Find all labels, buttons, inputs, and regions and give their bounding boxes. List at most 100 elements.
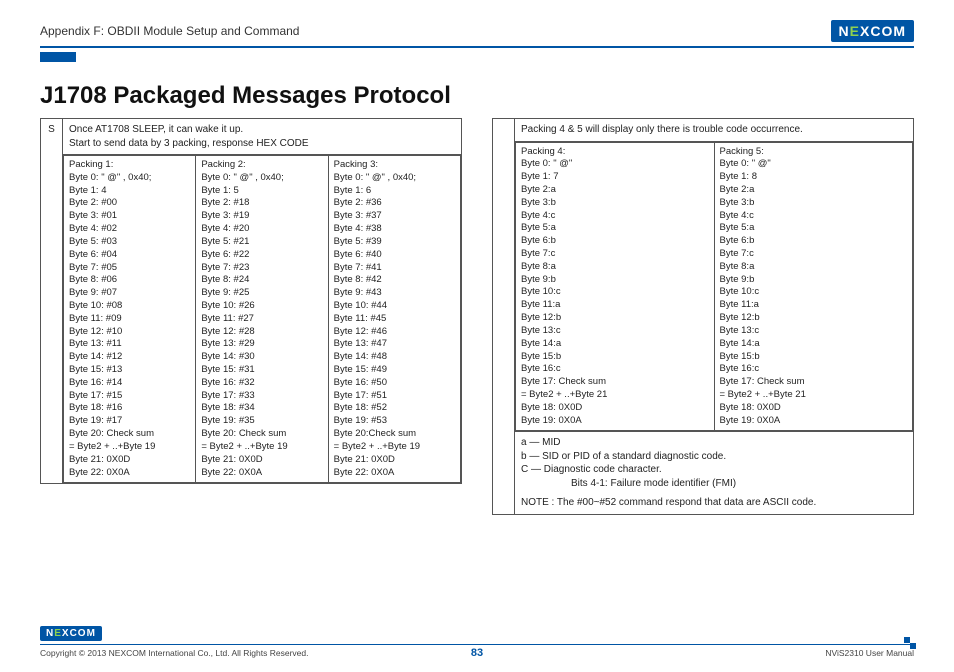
byte-line: Byte 11: #27 — [201, 313, 322, 326]
page-footer: NEXCOM Copyright © 2013 NEXCOM Internati… — [40, 626, 914, 658]
byte-line: Byte 0: " @" — [521, 158, 709, 171]
byte-line: Byte 17: #15 — [69, 390, 190, 403]
byte-line: Byte 13: #11 — [69, 338, 190, 351]
packing-header: Packing 2: — [201, 159, 322, 172]
byte-line: Byte 13: #29 — [201, 338, 322, 351]
byte-line: Byte 12:b — [521, 312, 709, 325]
logo-text: XCOM — [860, 23, 906, 39]
byte-line: Byte 18: 0X0D — [521, 402, 709, 415]
legend-line: C — Diagnostic code character. — [521, 463, 907, 477]
byte-line: Byte 22: 0X0A — [334, 467, 455, 480]
byte-line: Byte 11:a — [720, 299, 908, 312]
packing-4: Packing 4: Byte 0: " @"Byte 1: 7Byte 2:a… — [515, 142, 715, 432]
byte-line: Byte 0: " @" , 0x40; — [201, 172, 322, 185]
byte-line: Byte 19: 0X0A — [521, 415, 709, 428]
byte-line: Byte 20:Check sum — [334, 428, 455, 441]
byte-line: Byte 6: #40 — [334, 249, 455, 262]
byte-line: Byte 10:c — [521, 286, 709, 299]
legend-line: b — SID or PID of a standard diagnostic … — [521, 450, 907, 464]
footer-logo: NEXCOM — [40, 626, 102, 641]
byte-line: Byte 4: #20 — [201, 223, 322, 236]
byte-line: Byte 10:c — [720, 286, 908, 299]
byte-line: Byte 1: 8 — [720, 171, 908, 184]
byte-line: Byte 19: 0X0A — [720, 415, 908, 428]
side-label-empty — [493, 119, 515, 515]
byte-line: Byte 9: #07 — [69, 287, 190, 300]
byte-line: Byte 16:c — [521, 363, 709, 376]
byte-line: Byte 3: #37 — [334, 210, 455, 223]
byte-line: Byte 3:b — [521, 197, 709, 210]
byte-line: Byte 2:a — [521, 184, 709, 197]
byte-line: Byte 5: #21 — [201, 236, 322, 249]
packing-1: Packing 1: Byte 0: " @" , 0x40;Byte 1: 4… — [63, 155, 196, 483]
manual-name: NViS2310 User Manual — [825, 648, 914, 658]
byte-line: Byte 9: #25 — [201, 287, 322, 300]
byte-line: Byte 4: #02 — [69, 223, 190, 236]
page-title: J1708 Packaged Messages Protocol — [40, 82, 914, 110]
byte-line: Byte 2: #00 — [69, 197, 190, 210]
byte-line: Byte 4:c — [720, 210, 908, 223]
byte-line: Byte 15: #31 — [201, 364, 322, 377]
byte-line: Byte 8: #42 — [334, 274, 455, 287]
byte-line: Byte 4:c — [521, 210, 709, 223]
page-number: 83 — [471, 647, 483, 659]
byte-line: Byte 13:c — [720, 325, 908, 338]
byte-line: Byte 3:b — [720, 197, 908, 210]
corner-decoration-icon — [906, 639, 916, 649]
byte-line: Byte 13: #47 — [334, 338, 455, 351]
byte-line: Byte 18: #52 — [334, 402, 455, 415]
note-line: Start to send data by 3 packing, respons… — [69, 137, 455, 151]
logo-text: E — [850, 23, 860, 39]
byte-line: Byte 15:b — [720, 351, 908, 364]
logo-text: E — [54, 628, 62, 639]
byte-line: Byte 7:c — [521, 248, 709, 261]
side-label: S — [41, 119, 63, 484]
byte-line: Byte 22: 0X0A — [69, 467, 190, 480]
byte-line: Byte 21: 0X0D — [69, 454, 190, 467]
byte-line: Byte 15: #13 — [69, 364, 190, 377]
byte-line: = Byte2 + ..+Byte 19 — [69, 441, 190, 454]
logo-text: N — [839, 23, 850, 39]
byte-line: Byte 13:c — [521, 325, 709, 338]
header-accent — [40, 52, 76, 62]
byte-line: Byte 14:a — [720, 338, 908, 351]
byte-line: = Byte2 + ..+Byte 19 — [201, 441, 322, 454]
left-table: S Once AT1708 SLEEP, it can wake it up. … — [40, 118, 462, 484]
byte-line: Byte 10: #08 — [69, 300, 190, 313]
packing-header: Packing 5: — [720, 146, 908, 159]
byte-line: Byte 0: " @" , 0x40; — [69, 172, 190, 185]
byte-line: Byte 17: Check sum — [720, 376, 908, 389]
byte-line: Byte 4: #38 — [334, 223, 455, 236]
byte-line: Byte 14: #48 — [334, 351, 455, 364]
byte-line: Byte 3: #01 — [69, 210, 190, 223]
byte-line: Byte 1: 7 — [521, 171, 709, 184]
left-column: S Once AT1708 SLEEP, it can wake it up. … — [40, 118, 462, 515]
byte-line: Byte 15:b — [521, 351, 709, 364]
byte-line: Byte 11: #45 — [334, 313, 455, 326]
byte-line: Byte 2: #18 — [201, 197, 322, 210]
byte-line: Byte 9:b — [720, 274, 908, 287]
byte-line: Byte 16:c — [720, 363, 908, 376]
byte-line: Byte 7: #23 — [201, 262, 322, 275]
byte-line: Byte 16: #14 — [69, 377, 190, 390]
byte-line: Byte 9:b — [521, 274, 709, 287]
byte-line: Byte 19: #17 — [69, 415, 190, 428]
byte-line: Byte 12: #46 — [334, 326, 455, 339]
byte-line: Byte 0: " @" — [720, 158, 908, 171]
left-note: Once AT1708 SLEEP, it can wake it up. St… — [63, 119, 462, 155]
legend-line: Bits 4-1: Failure mode identifier (FMI) — [571, 477, 907, 491]
packing-header: Packing 3: — [334, 159, 455, 172]
packing-5: Packing 5: Byte 0: " @"Byte 1: 8Byte 2:a… — [715, 142, 914, 432]
packing-container: Packing 4: Byte 0: " @"Byte 1: 7Byte 2:a… — [515, 141, 914, 432]
byte-line: Byte 16: #50 — [334, 377, 455, 390]
byte-line: Byte 19: #53 — [334, 415, 455, 428]
byte-line: Byte 16: #32 — [201, 377, 322, 390]
byte-line: Byte 11: #09 — [69, 313, 190, 326]
byte-line: Byte 8: #06 — [69, 274, 190, 287]
packing-container: Packing 1: Byte 0: " @" , 0x40;Byte 1: 4… — [63, 155, 462, 484]
byte-line: Byte 17: #51 — [334, 390, 455, 403]
byte-line: Byte 6:b — [521, 235, 709, 248]
legend-line: a — MID — [521, 436, 907, 450]
byte-line: Byte 7: #05 — [69, 262, 190, 275]
right-table: Packing 4 & 5 will display only there is… — [492, 118, 914, 515]
